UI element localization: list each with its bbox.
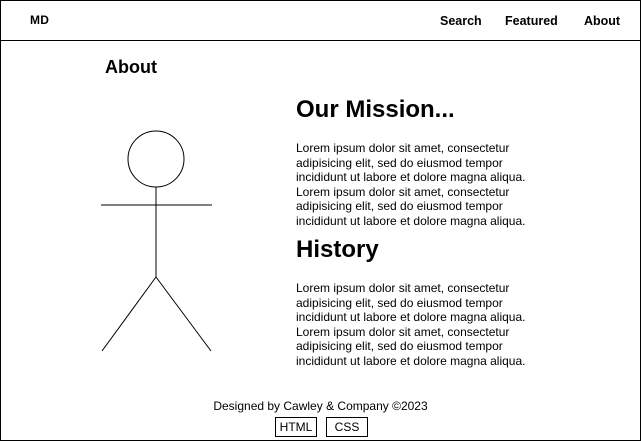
mission-line: adipisicing elit, sed do eiusmod tempor: [296, 155, 503, 170]
mission-line: incididunt ut labore et dolore magna ali…: [296, 170, 526, 184]
history-line: Lorem ipsum dolor sit amet, consectetur: [296, 324, 510, 339]
stick-figure-image: [101, 130, 212, 352]
stick-figure-left-leg: [101, 276, 157, 352]
site-header: MD Search Featured About: [1, 1, 640, 41]
stick-figure-right-leg: [155, 276, 212, 352]
history-line: adipisicing elit, sed do eiusmod tempor: [296, 339, 503, 353]
nav-featured-link[interactable]: Featured: [505, 14, 558, 28]
mission-line: adipisicing elit, sed do eiusmod tempor: [296, 199, 503, 213]
mission-heading: Our Mission...: [296, 96, 455, 123]
mission-line: Lorem ipsum dolor sit amet, consectetur: [296, 141, 510, 155]
brand-logo[interactable]: MD: [30, 13, 49, 27]
mission-line: incididunt ut labore et dolore magna ali…: [296, 213, 526, 228]
mission-paragraph: Lorem ipsum dolor sit amet, consectetur …: [296, 141, 536, 228]
history-heading: History: [296, 236, 379, 263]
history-line: adipisicing elit, sed do eiusmod tempor: [296, 295, 503, 310]
history-line: incididunt ut labore et dolore magna ali…: [296, 310, 526, 324]
nav-about-link[interactable]: About: [584, 14, 620, 28]
html-badge-link[interactable]: HTML: [275, 417, 317, 437]
mission-line: Lorem ipsum dolor sit amet, consectetur: [296, 184, 510, 199]
history-paragraph: Lorem ipsum dolor sit amet, consectetur …: [296, 281, 536, 368]
nav-search-link[interactable]: Search: [440, 14, 482, 28]
stick-figure-head: [127, 130, 185, 188]
page-title: About: [105, 57, 157, 77]
history-line: incididunt ut labore et dolore magna ali…: [296, 353, 526, 368]
history-line: Lorem ipsum dolor sit amet, consectetur: [296, 281, 510, 295]
css-badge-link[interactable]: CSS: [326, 417, 368, 437]
page-frame: MD Search Featured About About Our Missi…: [0, 0, 641, 441]
footer-credit: Designed by Cawley & Company ©2023: [213, 399, 428, 413]
